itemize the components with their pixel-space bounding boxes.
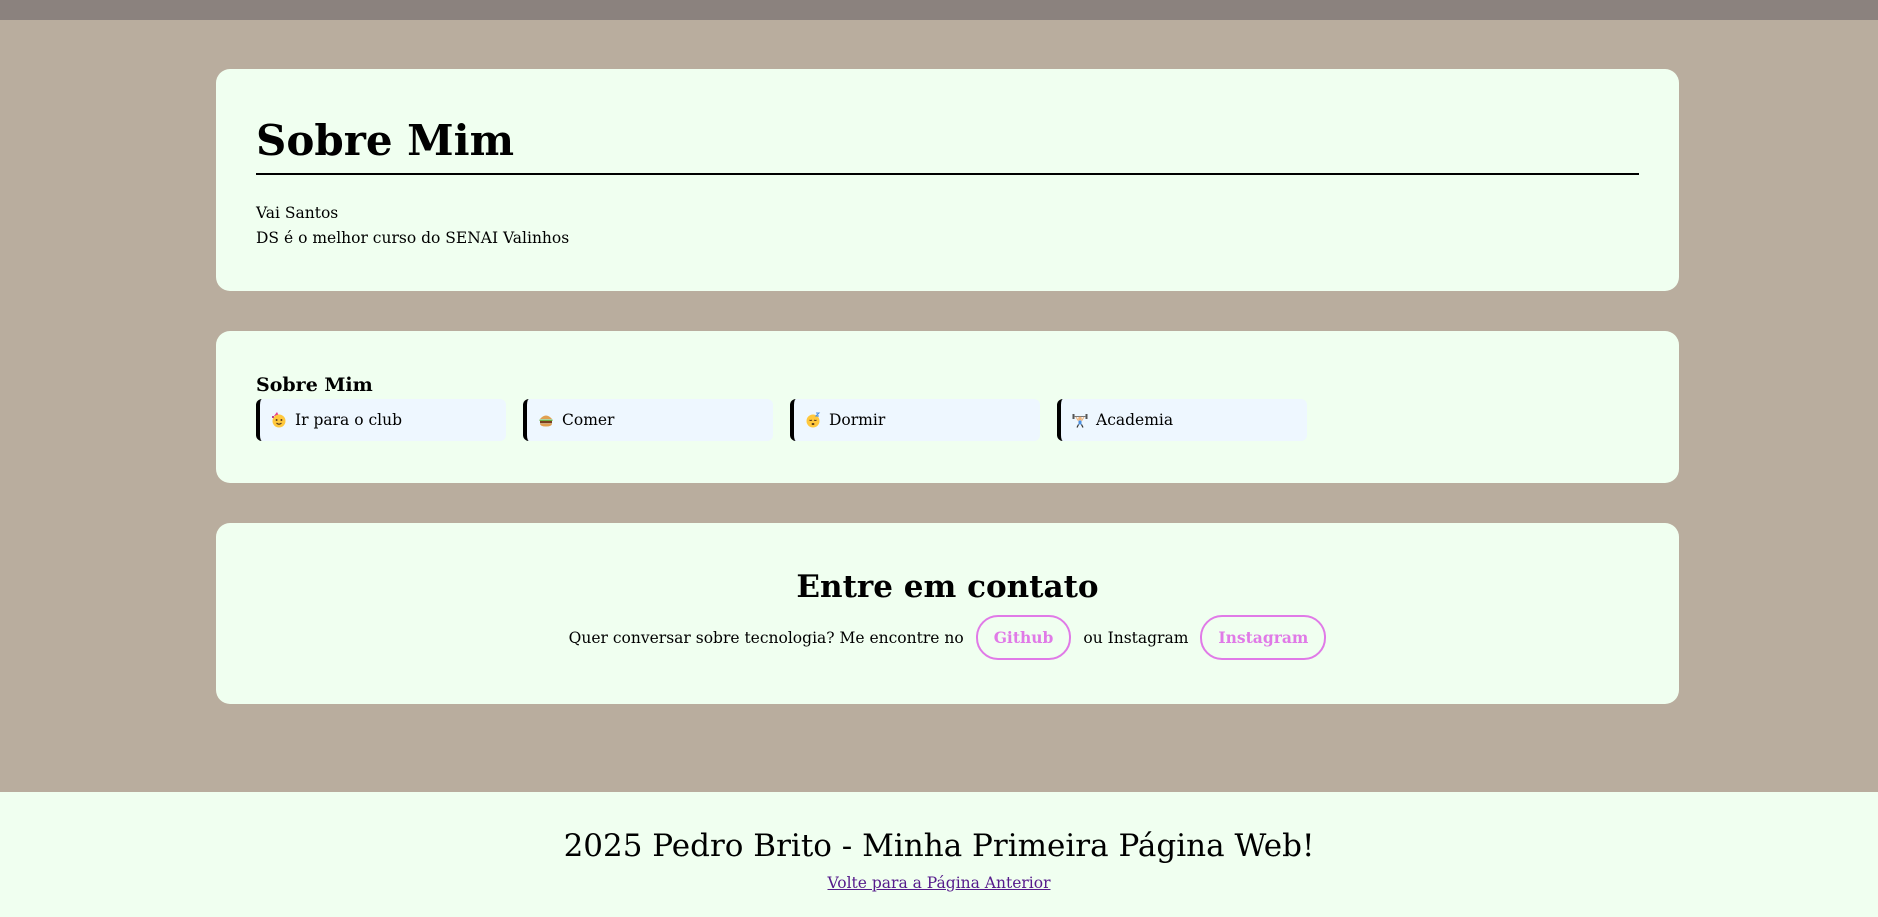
about-name: Vai Santos — [256, 204, 339, 222]
hobby-item-eat: Comer — [523, 399, 773, 441]
hobby-label-club: Ir para o club — [295, 411, 403, 429]
instagram-button[interactable]: Instagram — [1200, 615, 1327, 660]
hobby-list: Ir para o club Comer Dormir Academia — [256, 399, 1639, 441]
sleeping-face-icon — [805, 412, 821, 428]
hobbies-title: Sobre Mim — [256, 374, 373, 396]
footer: 2025 Pedro Brito - Minha Primeira Página… — [0, 792, 1878, 917]
hobby-label-sleep: Dormir — [829, 411, 886, 429]
hobbies-card: Sobre Mim Ir para o club Comer Dormir Ac… — [216, 331, 1679, 483]
about-card: Sobre Mim Vai Santos DS é o melhor curso… — [216, 69, 1679, 291]
top-bar — [0, 0, 1878, 20]
hamburger-icon — [538, 412, 554, 428]
contact-text-middle: ou Instagram — [1083, 628, 1189, 647]
weightlifter-icon — [1072, 412, 1088, 428]
hobby-item-sleep: Dormir — [790, 399, 1040, 441]
hobby-item-gym: Academia — [1057, 399, 1307, 441]
back-link[interactable]: Volte para a Página Anterior — [828, 874, 1051, 892]
contact-card: Entre em contato Quer conversar sobre te… — [216, 523, 1679, 704]
about-title: Sobre Mim — [256, 117, 1639, 175]
github-button[interactable]: Github — [975, 615, 1072, 660]
party-face-icon — [271, 412, 287, 428]
contact-title: Entre em contato — [796, 569, 1099, 605]
hobby-label-eat: Comer — [562, 411, 615, 429]
about-text: Vai Santos DS é o melhor curso do SENAI … — [256, 201, 1639, 251]
hobby-label-gym: Academia — [1096, 411, 1174, 429]
hobby-item-club: Ir para o club — [256, 399, 506, 441]
contact-text-before: Quer conversar sobre tecnologia? Me enco… — [568, 628, 964, 647]
footer-title: 2025 Pedro Brito - Minha Primeira Página… — [563, 828, 1315, 864]
contact-row: Quer conversar sobre tecnologia? Me enco… — [216, 615, 1679, 660]
about-description: DS é o melhor curso do SENAI Valinhos — [256, 229, 570, 247]
